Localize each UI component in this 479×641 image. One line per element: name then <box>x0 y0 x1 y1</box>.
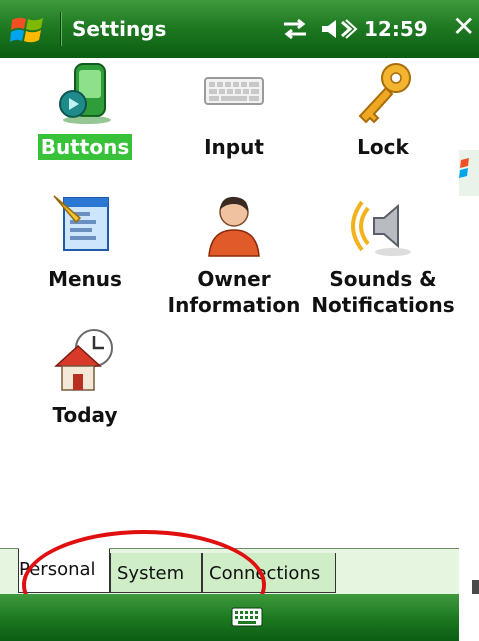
item-label: Lock <box>357 135 409 159</box>
title-separator <box>60 12 62 46</box>
volume-icon[interactable] <box>320 18 358 40</box>
title-bar: Settings 12:59 ✕ <box>0 0 479 58</box>
settings-item-menus[interactable]: Menus <box>10 192 160 292</box>
item-label: Buttons <box>37 134 133 160</box>
settings-item-owner-information[interactable]: Owner Information <box>159 192 309 318</box>
settings-item-input[interactable]: Input <box>159 60 309 160</box>
connectivity-icon[interactable] <box>280 18 310 40</box>
buttons-icon <box>59 63 111 124</box>
item-label: Menus <box>48 267 122 291</box>
item-label-line2: Notifications <box>311 293 455 317</box>
today-icon <box>54 329 113 391</box>
clock[interactable]: 12:59 <box>364 17 428 41</box>
close-button[interactable]: ✕ <box>452 13 475 41</box>
item-label: Today <box>52 403 118 427</box>
edge-fragment <box>472 580 479 594</box>
item-label-line1: Sounds & <box>329 267 437 291</box>
item-label-line2: Information <box>167 293 301 317</box>
menus-icon <box>53 195 109 251</box>
app-title: Settings <box>72 17 167 41</box>
settings-item-sounds-notifications[interactable]: Sounds & Notifications <box>308 192 458 318</box>
keyboard-toggle-icon[interactable] <box>230 605 264 629</box>
owner-icon <box>208 196 260 257</box>
key-icon <box>358 63 411 124</box>
settings-item-lock[interactable]: Lock <box>308 60 458 160</box>
item-label: Input <box>204 135 264 159</box>
settings-item-buttons[interactable]: Buttons <box>10 60 160 160</box>
bottom-menu-bar <box>0 594 459 641</box>
settings-item-today[interactable]: Today <box>10 326 160 428</box>
sounds-icon <box>351 200 411 256</box>
windows-start-icon[interactable] <box>10 14 46 46</box>
keyboard-icon <box>204 77 264 105</box>
item-label-line1: Owner <box>197 267 271 291</box>
windows-start-icon <box>459 150 479 196</box>
